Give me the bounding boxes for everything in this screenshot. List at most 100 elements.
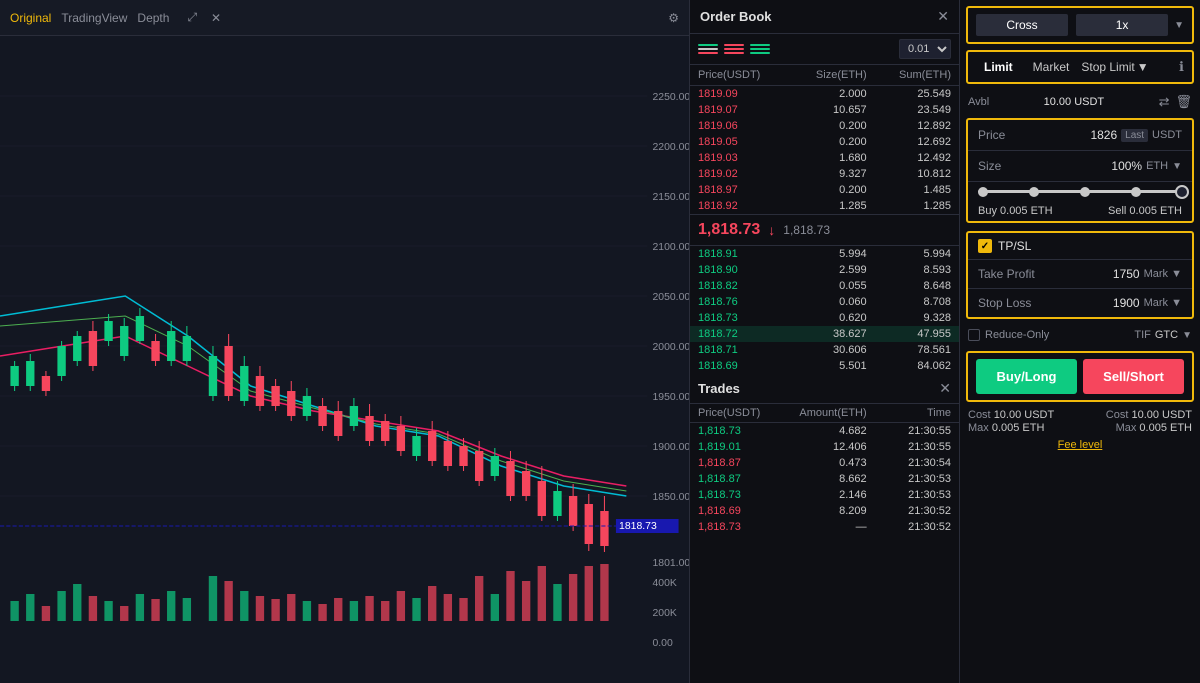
buy-order-row-highlight[interactable]: 1818.72 38.627 47.955: [690, 326, 959, 342]
sell-order-row[interactable]: 1819.09 2.000 25.549: [690, 86, 959, 102]
trades-close-icon[interactable]: ✕: [939, 380, 951, 397]
buy-order-row[interactable]: 1818.82 0.055 8.648: [690, 278, 959, 294]
amount-slider[interactable]: [978, 190, 1182, 193]
sell-order-row[interactable]: 1818.92 1.285 1.285: [690, 198, 959, 214]
leverage-row: Cross 1x ▼: [966, 6, 1194, 44]
slider-dot-25[interactable]: [1029, 187, 1039, 197]
order-book-close-icon[interactable]: ✕: [937, 8, 949, 25]
price-input-row: Price 1826 Last USDT: [968, 120, 1192, 151]
size-unit-chevron-icon: ▼: [1172, 161, 1182, 172]
transfer-icon[interactable]: ⇄: [1159, 94, 1170, 110]
svg-text:1900.00: 1900.00: [652, 442, 689, 453]
stop-limit-chevron-icon: ▼: [1137, 60, 1149, 74]
price-direction-icon: ↓: [768, 222, 775, 238]
tpsl-checkbox[interactable]: [978, 239, 992, 253]
svg-text:1801.00: 1801.00: [652, 558, 689, 569]
limit-order-tab[interactable]: Limit: [976, 56, 1021, 78]
take-profit-row: Take Profit 1750 Mark ▼: [968, 260, 1192, 289]
take-profit-value-group[interactable]: 1750 Mark ▼: [1113, 267, 1182, 281]
orderbook-controls: 0.01: [690, 34, 959, 65]
reduce-only-checkbox[interactable]: [968, 329, 980, 341]
tif-value[interactable]: GTC: [1155, 329, 1178, 341]
slider-dot-0[interactable]: [978, 187, 988, 197]
stop-loss-value: 1900: [1113, 296, 1140, 310]
buy-order-row[interactable]: 1818.91 5.994 5.994: [690, 246, 959, 262]
action-buttons: Buy/Long Sell/Short: [966, 351, 1194, 402]
tif-group: TIF GTC ▼: [1134, 329, 1192, 341]
stop-loss-unit[interactable]: Mark ▼: [1144, 297, 1182, 309]
cost-info: Cost 10.00 USDT Max 0.005 ETH Cost 10.00…: [960, 406, 1200, 437]
info-icon[interactable]: ℹ: [1179, 59, 1184, 75]
svg-text:2050.00: 2050.00: [652, 292, 689, 303]
sell-order-row[interactable]: 1819.05 0.200 12.692: [690, 134, 959, 150]
market-order-tab[interactable]: Market: [1025, 56, 1078, 78]
sell-short-button[interactable]: Sell/Short: [1083, 359, 1184, 394]
settings-icon[interactable]: ⚙: [668, 11, 679, 25]
buy-cost-label: Cost 10.00 USDT: [968, 409, 1054, 421]
trade-row: 1,819.01 12.406 21:30:55: [690, 439, 959, 455]
tif-chevron-icon: ▼: [1182, 330, 1192, 341]
chart-tab-depth[interactable]: Depth: [137, 11, 169, 25]
trade-row: 1,818.73 — 21:30:52: [690, 519, 959, 535]
buy-order-row[interactable]: 1818.69 5.501 84.062: [690, 358, 959, 374]
svg-text:1818.73: 1818.73: [619, 521, 657, 532]
ob-view-both-icon[interactable]: [698, 42, 718, 56]
slider-dot-50[interactable]: [1080, 187, 1090, 197]
slider-dot-75[interactable]: [1131, 187, 1141, 197]
ob-view-buy-icon[interactable]: [750, 42, 770, 56]
trades-col-headers: Price(USDT) Amount(ETH) Time: [690, 404, 959, 423]
sell-order-row[interactable]: 1819.07 10.657 23.549: [690, 102, 959, 118]
sell-order-row[interactable]: 1818.97 0.200 1.485: [690, 182, 959, 198]
buy-order-row[interactable]: 1818.71 30.606 78.561: [690, 342, 959, 358]
leverage-value-button[interactable]: 1x: [1076, 14, 1168, 36]
price-value-group[interactable]: 1826 Last USDT: [1090, 128, 1182, 142]
take-profit-label: Take Profit: [978, 267, 1035, 281]
ob-col-price: Price(USDT): [698, 69, 782, 81]
buy-order-row[interactable]: 1818.76 0.060 8.708: [690, 294, 959, 310]
sell-order-row[interactable]: 1819.02 9.327 10.812: [690, 166, 959, 182]
trade-row: 1,818.87 8.662 21:30:53: [690, 471, 959, 487]
expand-icon[interactable]: ⤢: [187, 10, 197, 25]
buy-order-row[interactable]: 1818.90 2.599 8.593: [690, 262, 959, 278]
chart-tab-original[interactable]: Original: [10, 11, 51, 25]
options-row: Reduce-Only TIF GTC ▼: [960, 323, 1200, 347]
avbl-icons: ⇄ 🗑: [1159, 94, 1192, 110]
trades-col-price: Price(USDT): [698, 407, 782, 419]
ob-view-sell-icon[interactable]: [724, 42, 744, 56]
trade-row: 1,818.73 4.682 21:30:55: [690, 423, 959, 439]
stop-limit-dropdown[interactable]: Stop Limit ▼: [1081, 60, 1148, 74]
wallet-icon[interactable]: 🗑: [1175, 94, 1192, 110]
ob-col-sum: Sum(ETH): [867, 69, 951, 81]
buy-quantity: Buy 0.005 ETH: [978, 205, 1053, 217]
trade-row: 1,818.73 2.146 21:30:53: [690, 487, 959, 503]
buy-cost-col: Cost 10.00 USDT Max 0.005 ETH: [968, 409, 1054, 434]
ob-size-select[interactable]: 0.01: [899, 39, 951, 59]
chart-area: Original TradingView Depth ⤢ ✕ ⚙ 2250.00…: [0, 0, 690, 683]
chart-tab-tradingview[interactable]: TradingView: [61, 11, 127, 25]
order-type-row: Limit Market Stop Limit ▼ ℹ: [966, 50, 1194, 84]
svg-text:0.00: 0.00: [652, 638, 673, 649]
ob-col-size: Size(ETH): [782, 69, 866, 81]
buy-max-label: Max 0.005 ETH: [968, 422, 1054, 434]
reduce-only-label: Reduce-Only: [985, 329, 1049, 341]
cross-button[interactable]: Cross: [976, 14, 1068, 36]
svg-text:2150.00: 2150.00: [652, 192, 689, 203]
slider-row: [968, 182, 1192, 201]
avbl-row: Avbl 10.00 USDT ⇄ 🗑: [960, 90, 1200, 114]
order-book-header: Order Book ✕: [690, 0, 959, 34]
sell-max-label: Max 0.005 ETH: [1106, 422, 1192, 434]
trade-row: 1,818.69 8.209 21:30:52: [690, 503, 959, 519]
fee-level-link[interactable]: Fee level: [1058, 439, 1103, 451]
sell-order-row[interactable]: 1819.06 0.200 12.892: [690, 118, 959, 134]
sell-cost-label: Cost 10.00 USDT: [1106, 409, 1192, 421]
avbl-label: Avbl: [968, 96, 989, 108]
sell-order-row[interactable]: 1819.03 1.680 12.492: [690, 150, 959, 166]
size-value-group[interactable]: 100% ETH ▼: [1111, 159, 1182, 173]
order-book-title: Order Book: [700, 9, 772, 24]
buy-long-button[interactable]: Buy/Long: [976, 359, 1077, 394]
close-chart-icon[interactable]: ✕: [211, 11, 221, 25]
slider-dot-100[interactable]: [1175, 185, 1189, 199]
buy-order-row[interactable]: 1818.73 0.620 9.328: [690, 310, 959, 326]
stop-loss-value-group[interactable]: 1900 Mark ▼: [1113, 296, 1182, 310]
take-profit-unit[interactable]: Mark ▼: [1144, 268, 1182, 280]
